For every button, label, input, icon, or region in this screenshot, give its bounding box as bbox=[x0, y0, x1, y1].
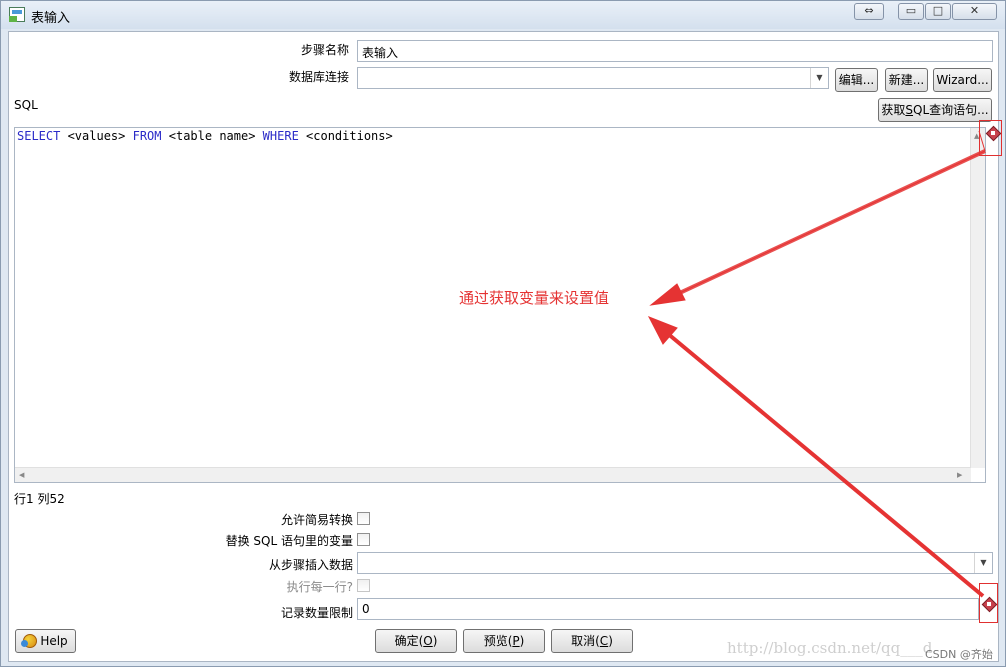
watermark-csdn: CSDN @齐始 bbox=[925, 648, 993, 661]
arrow-connector-top bbox=[978, 130, 986, 152]
annotation-arrows bbox=[647, 130, 986, 598]
dialog-window: 表输入 ⇔ ▭ □ ✕ 步骤名称 表输入 数据库连接 ▼ 编辑... 新建...… bbox=[0, 0, 1006, 667]
watermark-url: http://blog.csdn.net/qq___d bbox=[727, 639, 933, 657]
arrowhead-top bbox=[649, 283, 686, 306]
annotation-text: 通过获取变量来设置值 bbox=[459, 289, 610, 307]
arrow-line-top bbox=[670, 149, 986, 299]
arrow-line-bottom bbox=[665, 331, 985, 598]
